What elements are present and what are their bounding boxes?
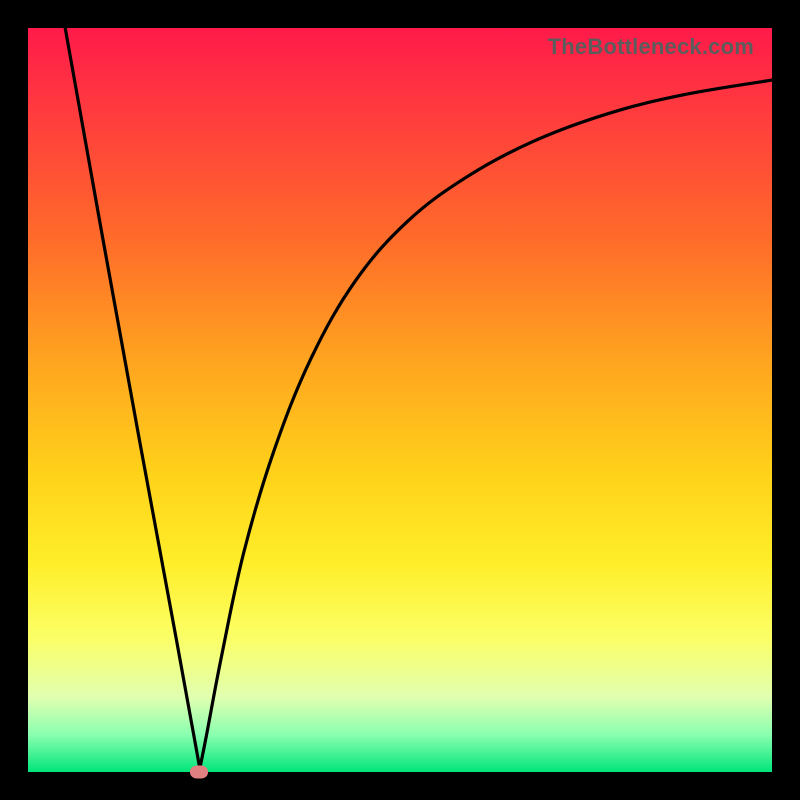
curve-left (65, 28, 199, 765)
chart-frame: TheBottleneck.com (0, 0, 800, 800)
curve-svg (28, 28, 772, 772)
min-marker (190, 766, 208, 779)
curve-right (199, 80, 772, 772)
plot-area: TheBottleneck.com (28, 28, 772, 772)
